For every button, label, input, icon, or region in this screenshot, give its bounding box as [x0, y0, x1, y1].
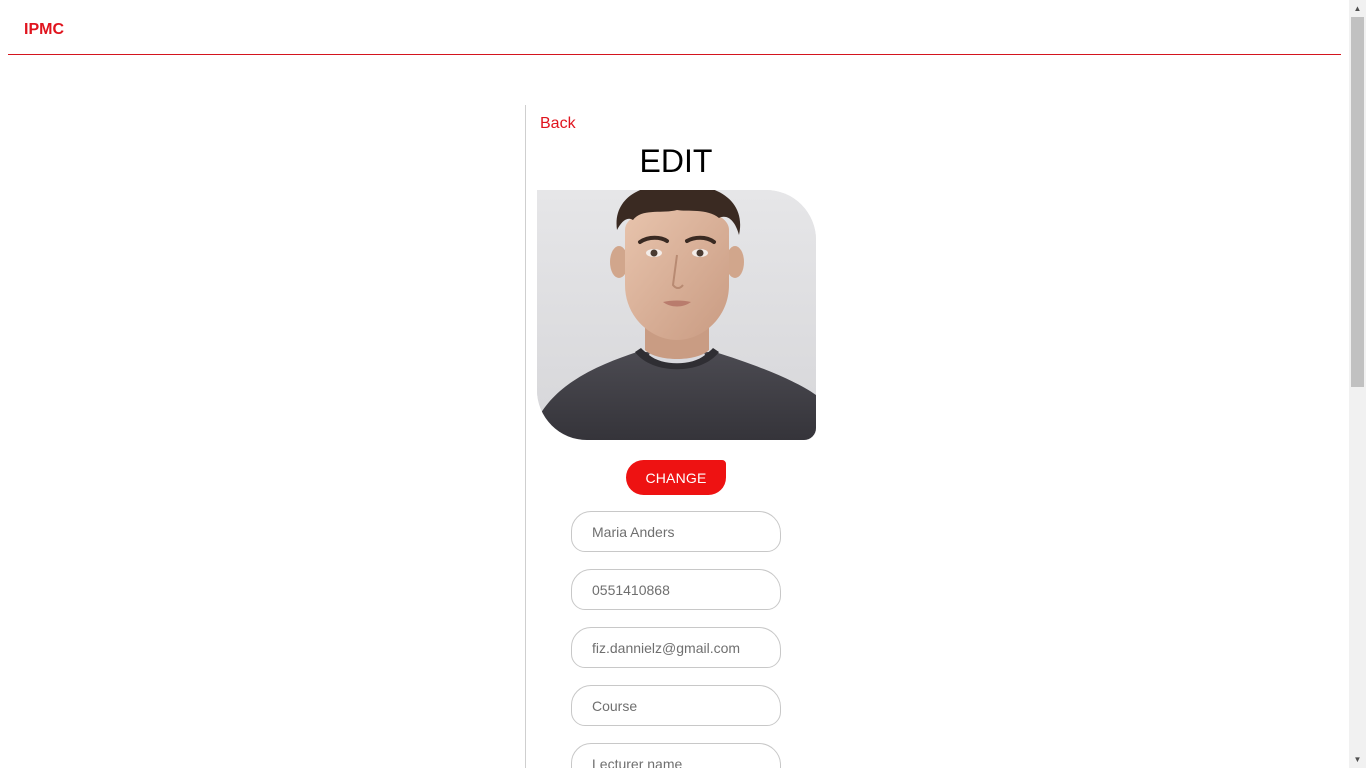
profile-photo-icon: [537, 190, 816, 440]
profile-photo: [537, 190, 816, 440]
back-link[interactable]: Back: [540, 115, 576, 133]
course-field[interactable]: [571, 685, 781, 726]
phone-field[interactable]: [571, 569, 781, 610]
brand-logo-link[interactable]: IPMC: [24, 21, 64, 39]
email-field[interactable]: [571, 627, 781, 668]
lecturer-name-field[interactable]: [571, 743, 781, 768]
scrollbar-thumb[interactable]: [1351, 17, 1364, 387]
scroll-up-icon[interactable]: ▲: [1349, 0, 1366, 17]
page-title: EDIT: [639, 143, 713, 179]
app-viewport: IPMC Back EDIT CHANGE Maria Anders 05514…: [0, 0, 1366, 768]
change-photo-button[interactable]: CHANGE: [626, 460, 726, 495]
page-scrollbar[interactable]: ▲ ▼: [1349, 0, 1366, 768]
top-navbar: IPMC: [8, 0, 1341, 55]
name-field[interactable]: [571, 511, 781, 552]
edit-panel: Back EDIT CHANGE Maria Anders 0551410868…: [525, 105, 826, 768]
scroll-down-icon[interactable]: ▼: [1349, 751, 1366, 768]
